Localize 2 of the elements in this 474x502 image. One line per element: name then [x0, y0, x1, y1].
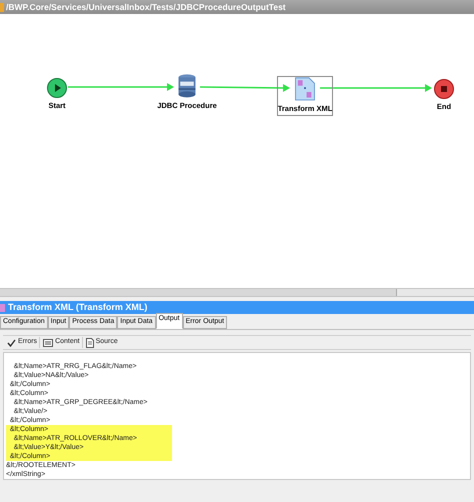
panel-title: Transform XML (Transform XML) [8, 300, 148, 314]
window-title: /BWP.Core/Services/UniversalInbox/Tests/JDBCProcedureOutputTest [6, 0, 286, 14]
